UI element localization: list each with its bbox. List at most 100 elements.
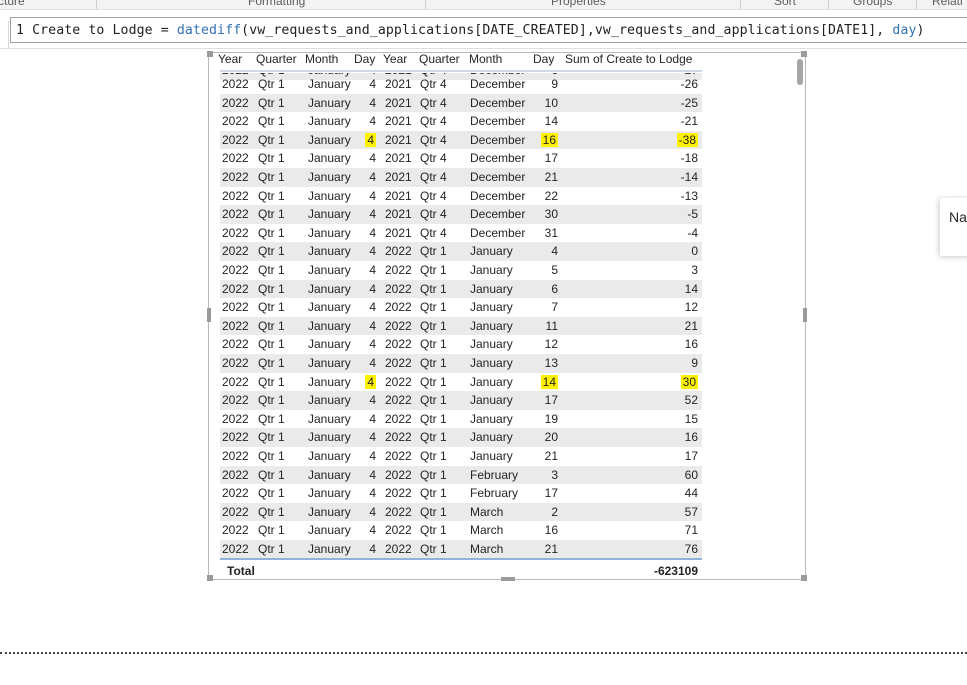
table-visual[interactable]: Year Quarter Month Day Year Quarter Month Day Su… [207, 51, 807, 581]
vertical-scrollbar[interactable] [797, 59, 803, 85]
table-cell: 4 [551, 244, 558, 259]
table-row[interactable]: 2022 Qtr 1 January 4 2022 Qtr 1 February 17 44 [220, 484, 702, 503]
resize-handle-bottom[interactable] [501, 577, 515, 581]
table-cell: January [308, 393, 351, 408]
table-row[interactable]: 2022 Qtr 1 January 4 2022 Qtr 1 January 11 21 [220, 316, 702, 336]
table-cell: 4 [369, 318, 376, 333]
table-row[interactable]: 2022 Qtr 1 January 4 2022 Qtr 1 January 14 30 [220, 373, 702, 392]
table-row[interactable]: 2022 Qtr 1 January 4 2021 Qtr 4 December 17 -18 [220, 149, 702, 168]
table-cell: 21 [544, 170, 558, 184]
table-cell: Qtr 1 [420, 504, 447, 519]
table-cell: 0 [691, 244, 698, 259]
table-row[interactable]: 2022 Qtr 1 January 4 2022 Qtr 1 January 5 3 [220, 261, 702, 280]
table-cell: January [308, 356, 351, 370]
table-cell: 71 [684, 523, 698, 538]
table-cell: 14 [520, 373, 558, 392]
ribbon-group-structure[interactable]: cture [0, 0, 25, 8]
table-cell: 4 [369, 542, 376, 556]
table-cell: 2022 [222, 374, 249, 389]
table-cell: Qtr 1 [258, 542, 285, 556]
table-cell: 2021 [385, 151, 412, 166]
table-row[interactable]: 2022 Qtr 1 January 4 2021 Qtr 4 December 31 -4 [220, 224, 702, 243]
resize-handle-top-right[interactable] [801, 51, 807, 57]
resize-handle-bottom-left[interactable] [207, 575, 213, 581]
table-cell: 9 [691, 356, 698, 370]
table-body[interactable]: 2022Qtr 1January42021Qtr 4December6-2720… [217, 73, 705, 558]
table-cell: -18 [680, 151, 698, 166]
table-cell: 2022 [385, 318, 412, 333]
total-label: Total [227, 564, 255, 578]
table-cell: 2021 [385, 95, 412, 110]
table-row[interactable]: 2022 Qtr 1 January 4 2022 Qtr 1 January 13 9 [220, 354, 702, 373]
table-cell: January [308, 151, 351, 166]
operator: = [160, 23, 169, 38]
table-cell: Qtr 1 [258, 114, 285, 129]
table-cell: 2022 [222, 95, 249, 110]
table-cell: Qtr 1 [258, 170, 285, 184]
table-row[interactable]: 2022 Qtr 1 January 4 2022 Qtr 1 January 6 14 [220, 279, 702, 299]
table-row[interactable]: 2022 Qtr 1 January 4 2022 Qtr 1 February 3 60 [220, 465, 702, 485]
table-row[interactable]: 2022 Qtr 1 January 4 2022 Qtr 1 January 20 16 [220, 428, 702, 447]
resize-handle-top-left[interactable] [207, 51, 213, 57]
dax-formula-editor[interactable]: 1 Create to Lodge = datediff(vw_requests… [10, 17, 967, 43]
table-row[interactable]: 2022 Qtr 1 January 4 2022 Qtr 1 March 2 57 [220, 502, 702, 522]
ribbon-group-properties[interactable]: Properties [551, 0, 606, 8]
table-cell: Qtr 1 [258, 318, 285, 333]
table-cell: 2 [551, 504, 558, 519]
table-cell: January [308, 207, 351, 222]
table-cell: 31 [544, 225, 558, 240]
ribbon-group-groups[interactable]: Groups [853, 0, 892, 8]
ribbon-divider [96, 0, 97, 9]
table-row[interactable]: 2022 Qtr 1 January 4 2022 Qtr 1 March 16 71 [220, 521, 702, 540]
table-row[interactable]: 2022 Qtr 1 January 4 2021 Qtr 4 December 16 -38 [220, 130, 702, 150]
resize-handle-right[interactable] [803, 308, 807, 322]
ribbon-group-formatting[interactable]: Formatting [248, 0, 305, 8]
table-row[interactable]: 2022 Qtr 1 January 4 2021 Qtr 4 December 22 -13 [220, 187, 702, 206]
table-row[interactable]: 2022 Qtr 1 January 4 2021 Qtr 4 December 10 -25 [220, 93, 702, 113]
table-cell: Qtr 1 [258, 244, 285, 259]
table-cell: 2022 [222, 114, 249, 129]
ribbon-group-sort[interactable]: Sort [774, 0, 796, 8]
table-cell: Qtr 4 [420, 151, 447, 166]
table-cell: 7 [551, 300, 558, 315]
table-cell: January [308, 337, 351, 352]
table-cell: 4 [369, 263, 376, 277]
table-cell: 11 [545, 318, 558, 333]
resize-handle-bottom-right[interactable] [801, 575, 807, 581]
table-row[interactable]: 2022 Qtr 1 January 4 2022 Qtr 1 January 12 16 [220, 335, 702, 354]
table-cell: Qtr 1 [420, 318, 447, 333]
table-cell: -38 [560, 131, 698, 150]
table-row[interactable]: 2022 Qtr 1 January 4 2021 Qtr 4 December 9 -26 [220, 75, 702, 94]
table-cell: 17 [544, 151, 558, 166]
table-cell: 4 [369, 467, 376, 482]
table-row[interactable]: 2022 Qtr 1 January 4 2022 Qtr 1 January 7 12 [220, 298, 702, 317]
table-cell: -14 [680, 170, 698, 184]
table-cell: Qtr 1 [258, 374, 285, 389]
table-row[interactable]: 2022 Qtr 1 January 4 2022 Qtr 1 January 17 52 [220, 391, 702, 410]
table-row[interactable]: 2022 Qtr 1 January 4 2022 Qtr 1 January 4 0 [220, 242, 702, 261]
table-cell: Qtr 1 [420, 523, 447, 538]
table-row[interactable]: 2022 Qtr 1 January 4 2021 Qtr 4 December 14 -21 [220, 112, 702, 131]
table-cell: Qtr 1 [258, 207, 285, 222]
table-cell: 22 [544, 188, 558, 203]
table-cell: January [308, 430, 351, 445]
table-cell: -13 [680, 188, 698, 203]
table-cell: 2022 [385, 300, 412, 315]
resize-handle-left[interactable] [207, 308, 211, 322]
table-row[interactable]: 2022 Qtr 1 January 4 2021 Qtr 4 December 30 -5 [220, 205, 702, 224]
table-cell: Qtr 1 [258, 132, 285, 147]
table-cell: -21 [680, 114, 698, 129]
ribbon-group-relationships[interactable]: Relati [932, 0, 963, 8]
table-row[interactable]: 2022 Qtr 1 January 4 2022 Qtr 1 March 21 76 [220, 540, 702, 558]
table-row[interactable]: 2022 Qtr 1 January 4 2022 Qtr 1 January 19 15 [220, 410, 702, 429]
table-row[interactable]: 2022 Qtr 1 January 4 2022 Qtr 1 January 21 17 [220, 447, 702, 466]
formula-line[interactable]: 1 Create to Lodge = datediff(vw_requests… [16, 23, 925, 38]
formula-gutter [0, 21, 9, 49]
table-cell: 4 [369, 523, 376, 538]
table-cell: January [308, 374, 351, 389]
function-args: (vw_requests_and_applications[DATE_CREAT… [241, 23, 893, 38]
table-row[interactable]: 2022 Qtr 1 January 4 2021 Qtr 4 December 21 -14 [220, 168, 702, 187]
table-cell: 13 [544, 356, 558, 370]
table-cell: 4 [369, 281, 376, 296]
side-panel[interactable]: Na [940, 198, 967, 256]
